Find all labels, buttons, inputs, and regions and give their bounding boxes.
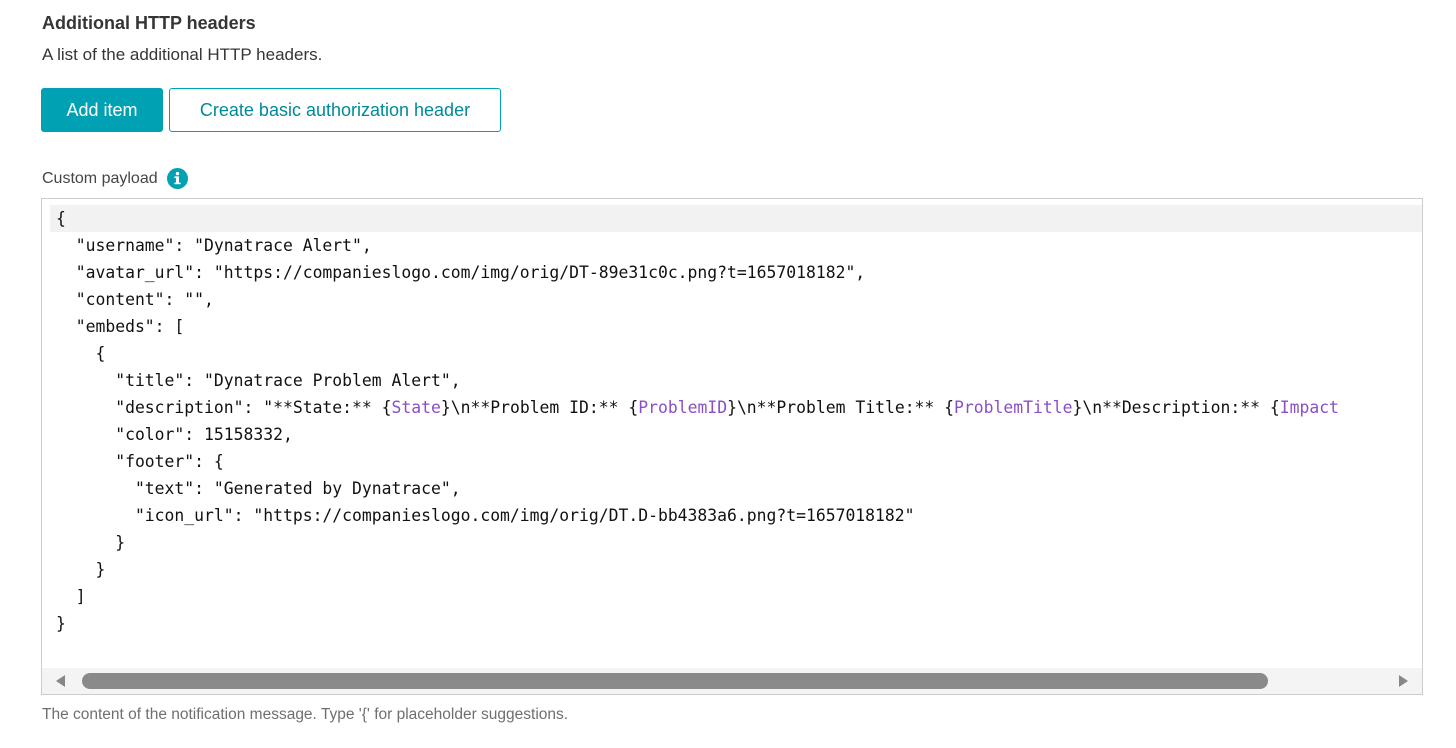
scroll-right-arrow-icon[interactable] xyxy=(1396,674,1410,688)
code-line[interactable]: "username": "Dynatrace Alert", xyxy=(50,232,1422,259)
code-line[interactable]: { xyxy=(50,340,1422,367)
code-line[interactable]: "embeds": [ xyxy=(50,313,1422,340)
add-item-button[interactable]: Add item xyxy=(41,88,163,132)
placeholder-token: ProblemTitle xyxy=(954,398,1073,417)
placeholder-token: State xyxy=(391,398,441,417)
code-line[interactable]: "description": "**State:** {State}\n**Pr… xyxy=(50,394,1422,421)
code-line[interactable]: } xyxy=(50,529,1422,556)
payload-helper-text: The content of the notification message.… xyxy=(42,706,569,723)
code-line[interactable]: "text": "Generated by Dynatrace", xyxy=(50,475,1422,502)
placeholder-token: Impact xyxy=(1279,398,1339,417)
create-basic-authorization-header-button[interactable]: Create basic authorization header xyxy=(169,88,501,132)
code-line[interactable]: } xyxy=(50,610,1422,637)
custom-payload-label: Custom payload xyxy=(42,169,158,187)
horizontal-scrollbar[interactable] xyxy=(42,668,1422,694)
code-line[interactable]: { xyxy=(50,205,1422,232)
code-line[interactable]: } xyxy=(50,556,1422,583)
custom-payload-editor[interactable]: { "username": "Dynatrace Alert", "avatar… xyxy=(41,198,1423,695)
code-line[interactable]: "avatar_url": "https://companieslogo.com… xyxy=(50,259,1422,286)
placeholder-token: ProblemID xyxy=(638,398,728,417)
scrollbar-thumb[interactable] xyxy=(82,673,1268,689)
info-icon[interactable] xyxy=(166,168,188,189)
code-line[interactable]: "content": "", xyxy=(50,286,1422,313)
code-line[interactable]: "color": 15158332, xyxy=(50,421,1422,448)
code-line[interactable]: "footer": { xyxy=(50,448,1422,475)
code-line[interactable]: "icon_url": "https://companieslogo.com/i… xyxy=(50,502,1422,529)
scroll-left-arrow-icon[interactable] xyxy=(54,674,68,688)
code-content[interactable]: { "username": "Dynatrace Alert", "avatar… xyxy=(50,205,1422,637)
code-line[interactable]: ] xyxy=(50,583,1422,610)
custom-payload-label-row: Custom payload xyxy=(42,168,188,189)
section-description: A list of the additional HTTP headers. xyxy=(42,45,323,64)
code-line[interactable]: "title": "Dynatrace Problem Alert", xyxy=(50,367,1422,394)
section-title: Additional HTTP headers xyxy=(42,13,256,33)
